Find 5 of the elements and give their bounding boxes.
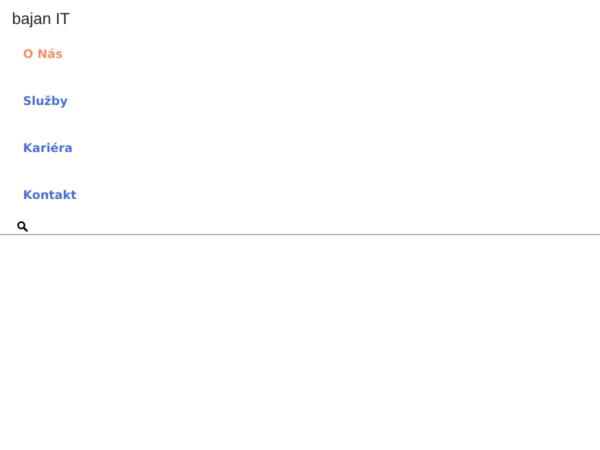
nav-link[interactable]: Kontakt	[23, 187, 76, 203]
nav-link[interactable]: Služby	[23, 93, 68, 109]
site-title: bajan IT	[11, 10, 71, 29]
nav-link[interactable]: Kariéra	[23, 140, 73, 156]
search-icon[interactable]	[17, 221, 28, 232]
